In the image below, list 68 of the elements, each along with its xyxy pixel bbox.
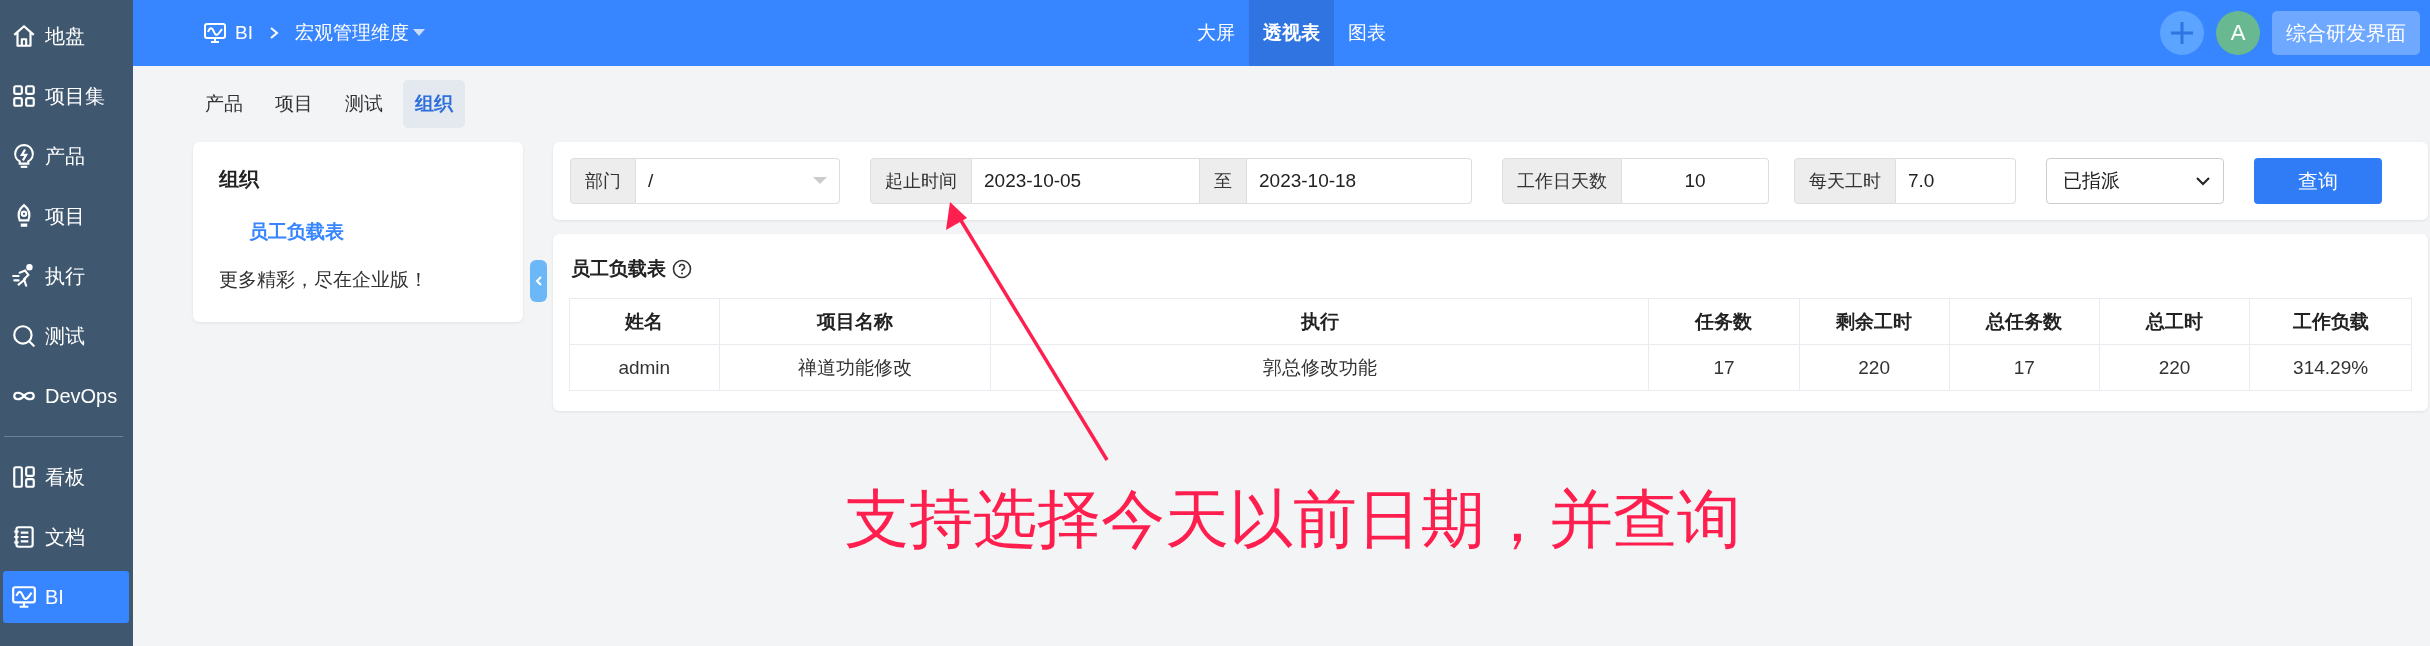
field-label: 每天工时 — [1794, 158, 1896, 204]
sidebar-item[interactable]: DevOps — [3, 370, 129, 422]
view-tab[interactable]: 图表 — [1334, 0, 1400, 66]
caret-icon — [813, 177, 827, 185]
field-label: 起止时间 — [870, 158, 972, 204]
table-cell: 17 — [1949, 344, 2100, 391]
sidebar-item[interactable]: BI — [3, 571, 129, 623]
collapse-button[interactable] — [530, 260, 547, 302]
caret-icon — [412, 29, 425, 37]
hours-field[interactable]: 7.0 — [1896, 158, 2016, 204]
table-cell: 17 — [1648, 344, 1799, 391]
column-header: 总任务数 — [1949, 298, 2100, 345]
field-label: 工作日天数 — [1502, 158, 1622, 204]
sub-tab[interactable]: 测试 — [333, 80, 395, 128]
module-name: BI — [235, 22, 253, 44]
end-date-field[interactable]: 2023-10-18 — [1247, 158, 1472, 204]
sidebar-item[interactable]: 看板 — [3, 451, 129, 503]
plus-icon — [2168, 19, 2196, 47]
status-select[interactable]: 已指派 — [2046, 158, 2224, 204]
column-header: 任务数 — [1648, 298, 1799, 345]
column-header: 总工时 — [2099, 298, 2250, 345]
table-cell: 220 — [1799, 344, 1950, 391]
nav-icon — [11, 584, 37, 610]
column-header: 剩余工时 — [1799, 298, 1950, 345]
sidebar-item[interactable]: 项目 — [3, 190, 129, 242]
table-title: 员工负载表 — [571, 257, 666, 281]
sidebar-item[interactable]: 文档 — [3, 511, 129, 563]
sub-tab[interactable]: 项目 — [263, 80, 325, 128]
sub-tab[interactable]: 产品 — [193, 80, 255, 128]
nav-icon — [11, 143, 37, 169]
help-icon[interactable] — [672, 259, 692, 279]
nav-icon — [11, 464, 37, 490]
table-cell: admin — [569, 344, 720, 391]
view-tab[interactable]: 大屏 — [1183, 0, 1249, 66]
nav-icon — [11, 83, 37, 109]
sub-tab[interactable]: 组织 — [403, 80, 465, 128]
sidebar-item[interactable]: 项目集 — [3, 70, 129, 122]
annotation-text: 支持选择今天以前日期，并查询 — [845, 484, 1741, 555]
workdays-field[interactable]: 10 — [1622, 158, 1769, 204]
table-cell: 禅道功能修改 — [719, 344, 991, 391]
column-header: 工作负载 — [2249, 298, 2412, 345]
column-header: 项目名称 — [719, 298, 991, 345]
breadcrumb-dropdown[interactable]: 宏观管理维度 — [294, 20, 425, 46]
chevron-icon — [533, 275, 544, 287]
sidebar-item[interactable]: 执行 — [3, 250, 129, 302]
query-button[interactable]: 查询 — [2254, 158, 2382, 204]
field-label: 部门 — [570, 158, 636, 204]
nav-icon — [11, 323, 37, 349]
table-cell: 220 — [2099, 344, 2250, 391]
start-date-field[interactable]: 2023-10-05 — [972, 158, 1200, 204]
monitor-icon — [203, 21, 227, 45]
table-cell: 郭总修改功能 — [990, 344, 1649, 391]
add-button[interactable] — [2160, 11, 2204, 55]
field-label: 至 — [1200, 158, 1247, 204]
view-tab[interactable]: 透视表 — [1249, 0, 1334, 66]
column-header: 姓名 — [569, 298, 720, 345]
nav-icon — [11, 23, 37, 49]
sidebar-item[interactable]: 产品 — [3, 130, 129, 182]
department-select[interactable]: / — [636, 158, 840, 204]
sidebar-item[interactable]: 测试 — [3, 310, 129, 362]
nav-icon — [11, 524, 37, 550]
card-title: 组织 — [219, 167, 261, 192]
table-cell: 314.29% — [2249, 344, 2412, 391]
chevron-icon — [2195, 176, 2211, 186]
column-header: 执行 — [990, 298, 1649, 345]
sidebar-item[interactable]: 地盘 — [3, 10, 129, 62]
promo-note: 更多精彩，尽在企业版！ — [219, 268, 429, 292]
report-link[interactable]: 员工负载表 — [219, 219, 344, 245]
